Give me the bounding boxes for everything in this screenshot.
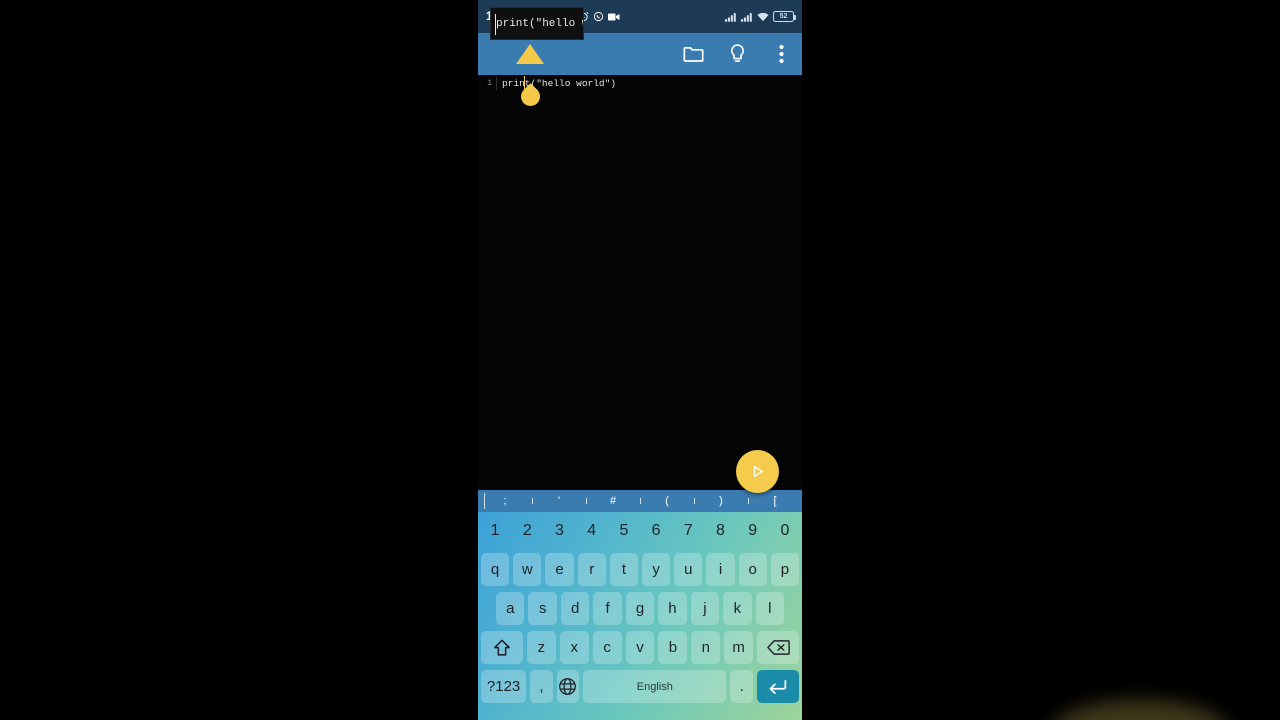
key-5[interactable]: 5 xyxy=(610,515,638,548)
key-6[interactable]: 6 xyxy=(642,515,670,548)
key-f[interactable]: f xyxy=(593,592,622,625)
keyboard-row-bottom-letters[interactable]: z x c v b n m xyxy=(478,628,802,667)
key-0[interactable]: 0 xyxy=(771,515,799,548)
key-t[interactable]: t xyxy=(609,553,638,586)
keyboard-row-home[interactable]: a s d f g h j k l xyxy=(478,589,802,628)
symbol-key-paren-close[interactable]: ) xyxy=(694,495,748,507)
more-options-icon[interactable] xyxy=(770,43,792,65)
numeric-mode-key[interactable]: ?123 xyxy=(481,670,527,703)
wifi-icon xyxy=(757,12,769,22)
key-k[interactable]: k xyxy=(723,592,752,625)
line-number: 1 xyxy=(487,79,492,88)
magnifier-text: print("hello worl xyxy=(496,17,583,30)
key-period[interactable]: . xyxy=(730,670,753,703)
key-r[interactable]: r xyxy=(577,553,606,586)
key-d[interactable]: d xyxy=(560,592,590,625)
battery-indicator: 52 xyxy=(773,11,796,22)
key-z[interactable]: z xyxy=(526,631,556,664)
magnifier-pointer-icon xyxy=(516,44,544,64)
symbol-key-semicolon[interactable]: ; xyxy=(478,495,532,507)
screenshot-root: 15:51 | 7,0 КБ/с xyxy=(0,0,1280,720)
key-y[interactable]: y xyxy=(642,553,671,586)
key-q[interactable]: q xyxy=(480,553,510,586)
folder-icon[interactable] xyxy=(682,43,704,65)
enter-icon[interactable] xyxy=(756,670,799,703)
key-a[interactable]: a xyxy=(496,592,525,625)
key-c[interactable]: c xyxy=(592,631,622,664)
key-9[interactable]: 9 xyxy=(739,515,767,548)
language-globe-icon[interactable] xyxy=(556,670,580,703)
key-b[interactable]: b xyxy=(658,631,688,664)
shift-icon[interactable] xyxy=(481,631,523,664)
key-8[interactable]: 8 xyxy=(706,515,734,548)
key-3[interactable]: 3 xyxy=(545,515,573,548)
video-recorder-icon xyxy=(607,12,620,22)
gutter-divider xyxy=(496,77,497,90)
key-e[interactable]: e xyxy=(545,553,574,586)
keyboard-row-qwerty[interactable]: q w e r t y u i o p xyxy=(478,550,802,589)
space-key[interactable]: English xyxy=(583,670,727,703)
key-i[interactable]: i xyxy=(706,553,735,586)
signal-bars-sim1-icon xyxy=(725,12,737,22)
key-o[interactable]: o xyxy=(738,553,767,586)
backspace-icon[interactable] xyxy=(757,631,800,664)
run-button[interactable] xyxy=(736,450,779,493)
battery-percent-label: 52 xyxy=(779,13,788,20)
keyboard-row-function[interactable]: ?123 , English . xyxy=(478,667,802,706)
symbol-key-paren-open[interactable]: ( xyxy=(640,495,694,507)
phone-screen: 15:51 | 7,0 КБ/с xyxy=(478,0,802,720)
key-x[interactable]: x xyxy=(559,631,589,664)
whatsapp-icon xyxy=(593,11,604,22)
key-v[interactable]: v xyxy=(625,631,655,664)
keyboard-number-row[interactable]: 1 2 3 4 5 6 7 8 9 0 xyxy=(478,512,802,550)
background-blur-artifact xyxy=(1052,700,1228,720)
key-w[interactable]: w xyxy=(513,553,542,586)
signal-bars-sim2-icon xyxy=(741,12,753,22)
key-7[interactable]: 7 xyxy=(674,515,702,548)
key-4[interactable]: 4 xyxy=(578,515,606,548)
symbol-key-bracket-open[interactable]: [ xyxy=(748,495,802,507)
symbol-key-apostrophe[interactable]: ' xyxy=(532,495,586,507)
key-comma[interactable]: , xyxy=(530,670,553,703)
key-p[interactable]: p xyxy=(770,553,800,586)
key-j[interactable]: j xyxy=(690,592,720,625)
key-2[interactable]: 2 xyxy=(513,515,541,548)
key-1[interactable]: 1 xyxy=(481,515,509,548)
on-screen-keyboard[interactable]: ; ' # ( ) [ 1 2 3 4 5 6 7 8 9 0 q w e r … xyxy=(478,490,802,720)
status-bar-right: 52 xyxy=(725,11,796,22)
key-n[interactable]: n xyxy=(691,631,721,664)
key-s[interactable]: s xyxy=(528,592,557,625)
keyboard-symbol-row[interactable]: ; ' # ( ) [ xyxy=(478,490,802,512)
key-u[interactable]: u xyxy=(674,553,703,586)
key-g[interactable]: g xyxy=(625,592,655,625)
magnifier-caret xyxy=(495,14,496,35)
lightbulb-icon[interactable] xyxy=(726,43,748,65)
key-m[interactable]: m xyxy=(724,631,754,664)
key-h[interactable]: h xyxy=(658,592,687,625)
code-line-text: print("hello world") xyxy=(502,78,617,89)
key-l[interactable]: l xyxy=(755,592,784,625)
text-magnifier-popup: print("hello worl xyxy=(490,7,584,40)
symbol-key-hash[interactable]: # xyxy=(586,495,640,507)
